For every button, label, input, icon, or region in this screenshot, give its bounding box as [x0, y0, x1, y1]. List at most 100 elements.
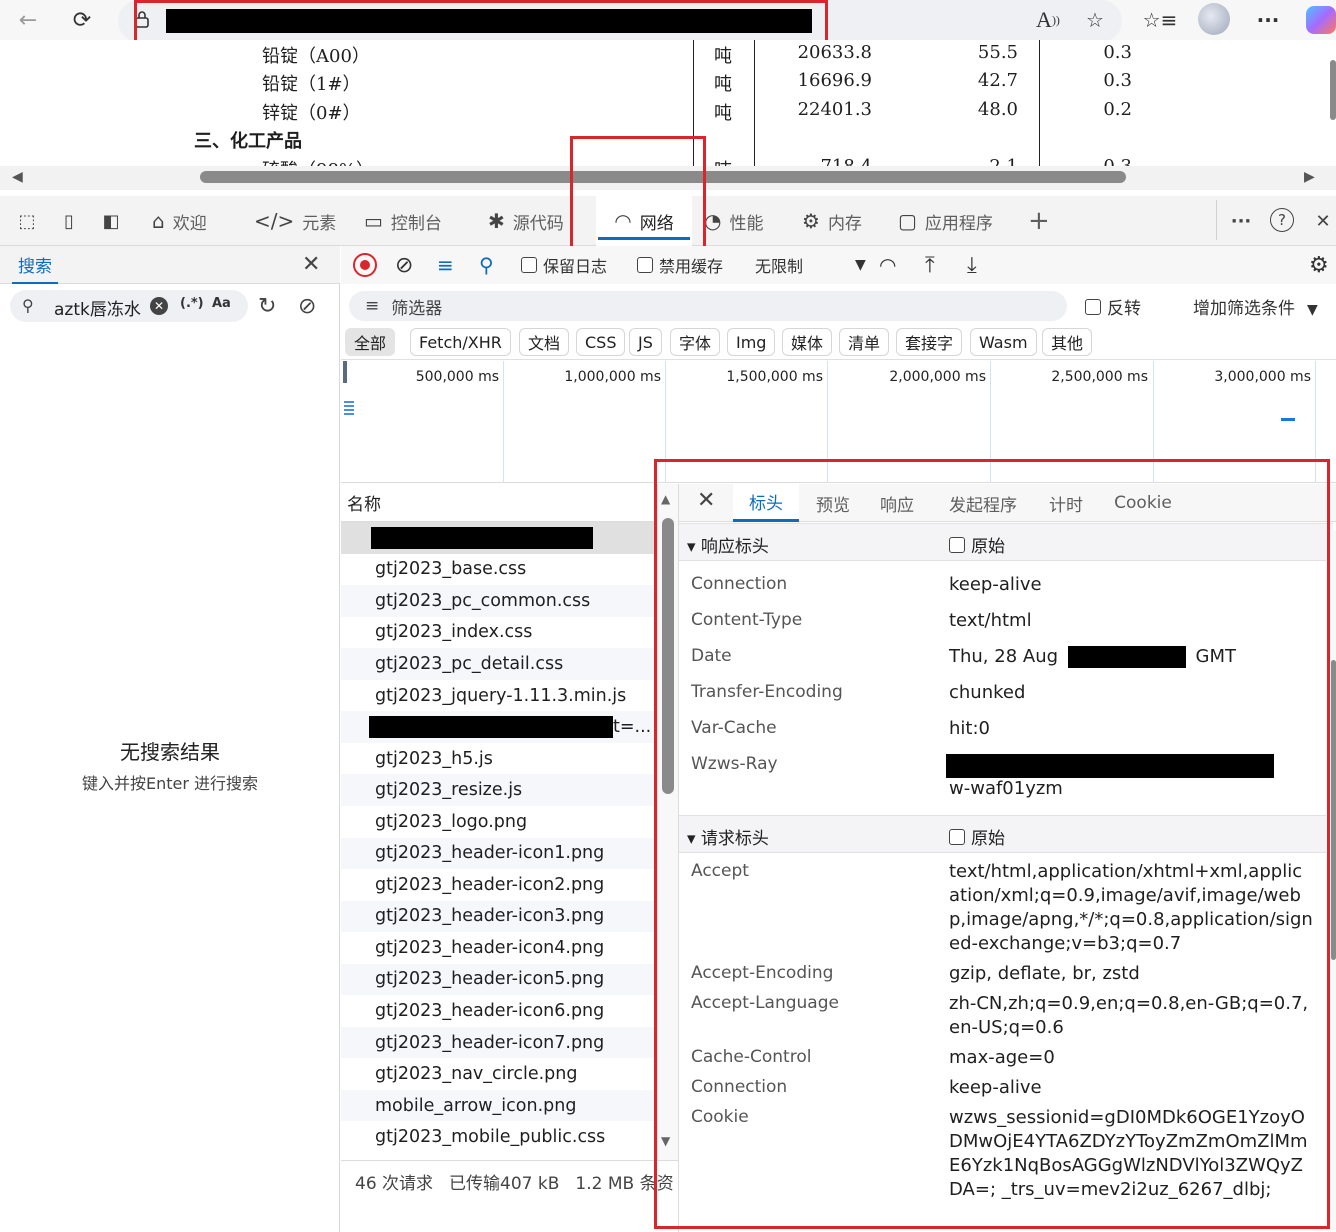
request-row[interactable]: gtj2023_h5.js: [341, 743, 657, 775]
more-icon[interactable]: ···: [1252, 6, 1284, 34]
clear-search-icon[interactable]: ✕: [150, 297, 168, 315]
favorite-star-icon[interactable]: ☆: [1080, 6, 1110, 34]
request-row[interactable]: gtj2023_logo.png: [341, 806, 657, 838]
clear-icon[interactable]: ⊘: [298, 294, 316, 319]
request-name: gtj2023_header-icon5.png: [375, 969, 605, 990]
request-count: 46 次请求: [355, 1174, 434, 1194]
scroll-right-icon[interactable]: ▶: [1304, 169, 1315, 185]
filter-toggle-icon[interactable]: ≡: [437, 252, 454, 278]
type-socket[interactable]: 套接字: [896, 328, 963, 356]
request-row[interactable]: gtj2023_nav_circle.png: [341, 1058, 657, 1090]
search-input[interactable]: ⚲ aztk唇冻水 ✕ (.*) Aa: [10, 290, 248, 322]
scrollbar-thumb[interactable]: [1331, 660, 1336, 960]
request-row[interactable]: gtj2023_header-icon6.png: [341, 995, 657, 1027]
help-icon[interactable]: ?: [1270, 208, 1294, 232]
inspect-icon[interactable]: ⬚: [14, 208, 40, 234]
checkbox-label: 反转: [1107, 299, 1141, 319]
avatar[interactable]: [1198, 3, 1230, 35]
record-button[interactable]: [353, 253, 377, 277]
type-css[interactable]: CSS: [576, 328, 626, 356]
type-doc[interactable]: 文档: [519, 328, 570, 356]
tab-welcome[interactable]: ⌂ 欢迎: [152, 196, 207, 246]
disable-cache-checkbox[interactable]: 禁用缓存: [637, 252, 723, 278]
price: 718.4: [820, 156, 872, 166]
tab-elements[interactable]: </> 元素: [254, 196, 336, 246]
scroll-left-icon[interactable]: ◀: [12, 169, 23, 185]
type-img[interactable]: Img: [727, 328, 776, 356]
request-name: gtj2023_resize.js: [375, 780, 523, 801]
request-row[interactable]: gtj2023_jquery-1.11.3.min.js: [341, 680, 657, 712]
unit: 吨: [714, 74, 732, 95]
regex-toggle[interactable]: (.*): [180, 296, 204, 311]
tab-memory[interactable]: ⚙ 内存: [802, 196, 862, 246]
search-query[interactable]: aztk唇冻水: [54, 295, 141, 320]
request-row[interactable]: t=...: [341, 711, 657, 743]
request-row[interactable]: gtj2023_header-icon4.png: [341, 932, 657, 964]
request-row[interactable]: [341, 522, 657, 554]
request-row[interactable]: mobile_arrow_icon.png: [341, 1089, 657, 1122]
type-font[interactable]: 字体: [670, 328, 721, 356]
type-other[interactable]: 其他: [1042, 328, 1093, 356]
request-row[interactable]: gtj2023_mobile_public.css: [341, 1121, 657, 1153]
add-filter-dropdown[interactable]: 增加筛选条件 ▼: [1193, 294, 1318, 319]
request-row[interactable]: gtj2023_header-icon5.png: [341, 963, 657, 996]
read-aloud-icon[interactable]: A)): [1032, 6, 1064, 34]
chip-icon: ⚙: [802, 209, 820, 233]
page-vertical-scrollbar[interactable]: [1330, 60, 1336, 120]
request-row[interactable]: gtj2023_header-icon7.png: [341, 1026, 657, 1059]
request-row[interactable]: gtj2023_header-icon1.png: [341, 837, 657, 869]
checkbox[interactable]: [637, 257, 653, 273]
tab-console[interactable]: ▭ 控制台: [364, 196, 442, 246]
request-row[interactable]: gtj2023_pc_common.css: [341, 585, 657, 617]
type-all[interactable]: 全部: [345, 328, 396, 356]
refresh-icon[interactable]: ↻: [258, 294, 276, 319]
back-arrow-icon[interactable]: ←: [8, 4, 48, 36]
change-pct: 0.3: [1103, 156, 1132, 166]
close-devtools-icon[interactable]: ✕: [1310, 208, 1336, 234]
match-case-toggle[interactable]: Aa: [212, 296, 231, 311]
table-row: 锌锭（0#） 吨 22401.3 48.0 0.2: [0, 99, 1322, 127]
network-conditions-icon[interactable]: ◠: [879, 252, 896, 278]
tab-performance[interactable]: ◔ 性能: [704, 196, 763, 246]
change-pct: 0.3: [1103, 42, 1132, 63]
type-media[interactable]: 媒体: [782, 328, 833, 356]
request-row[interactable]: gtj2023_index.css: [341, 617, 657, 649]
tab-sources[interactable]: ✱ 源代码: [488, 196, 564, 246]
checkbox[interactable]: [521, 257, 537, 273]
request-name: gtj2023_pc_common.css: [375, 590, 591, 611]
request-list: 名称 gtj2023_base.css gtj2023_pc_common.css…: [341, 484, 678, 1160]
filter-input[interactable]: ≡ 筛选器: [349, 291, 1067, 321]
favorites-icon[interactable]: ☆≡: [1143, 6, 1178, 34]
column-header-name[interactable]: 名称: [341, 484, 657, 522]
request-row[interactable]: gtj2023_header-icon3.png: [341, 900, 657, 933]
throttle-select[interactable]: 无限制 ▼: [755, 252, 866, 278]
type-manifest[interactable]: 清单: [839, 328, 890, 356]
type-fetch-xhr[interactable]: Fetch/XHR: [410, 328, 511, 356]
preserve-log-checkbox[interactable]: 保留日志: [521, 252, 607, 278]
type-js[interactable]: JS: [629, 328, 662, 356]
tab-application[interactable]: ▢ 应用程序: [898, 196, 993, 246]
request-row[interactable]: gtj2023_pc_detail.css: [341, 648, 657, 680]
request-row[interactable]: gtj2023_base.css: [341, 554, 657, 586]
dock-sidebar-icon[interactable]: ◧: [98, 208, 124, 234]
clear-log-icon[interactable]: ⊘: [395, 252, 413, 278]
download-icon[interactable]: ⤓: [967, 252, 977, 278]
device-emulation-icon[interactable]: ▯: [56, 208, 82, 234]
request-row[interactable]: gtj2023_resize.js: [341, 774, 657, 806]
checkbox[interactable]: [1085, 298, 1101, 315]
settings-gear-icon[interactable]: ⚙: [1309, 252, 1329, 278]
invert-checkbox[interactable]: 反转: [1085, 294, 1141, 319]
copilot-icon[interactable]: [1306, 6, 1336, 34]
more-icon[interactable]: ···: [1228, 208, 1254, 234]
request-row[interactable]: gtj2023_header-icon2.png: [341, 869, 657, 901]
tab-search[interactable]: 搜索: [12, 246, 58, 284]
checkbox-label: 保留日志: [543, 257, 608, 276]
search-icon[interactable]: ⚲: [479, 252, 494, 278]
upload-icon[interactable]: ⤒: [925, 252, 935, 278]
product-name: 锌锭（0#）: [262, 103, 361, 124]
reload-icon[interactable]: ⟳: [62, 4, 102, 36]
close-icon[interactable]: ✕: [302, 252, 320, 277]
type-wasm[interactable]: Wasm: [970, 328, 1037, 356]
add-tab-button[interactable]: +: [1028, 196, 1050, 246]
request-name: mobile_arrow_icon.png: [375, 1095, 577, 1116]
